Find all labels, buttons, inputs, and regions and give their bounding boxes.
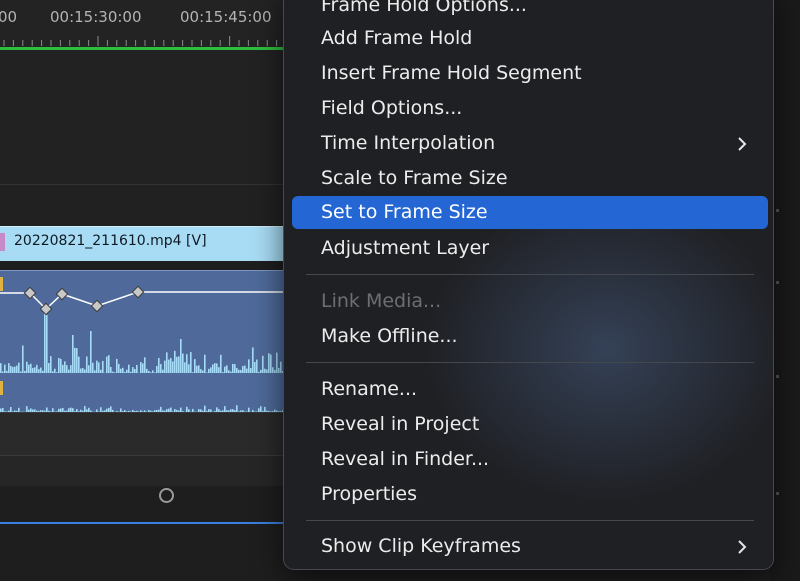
menu-item-label: Time Interpolation	[321, 132, 496, 154]
panel-tick	[776, 492, 779, 495]
video-track-v2[interactable]	[0, 50, 290, 184]
timecode-label: 00:15:45:00	[180, 8, 272, 26]
menu-separator	[306, 274, 754, 275]
chevron-right-icon	[738, 540, 747, 554]
context-menu: Frame Hold Options... Add Frame Hold Ins…	[283, 0, 774, 570]
timecode-label: 00:15:30:00	[50, 8, 142, 26]
menu-item-reveal-in-finder[interactable]: Reveal in Finder...	[292, 443, 768, 476]
clip-name: 20220821_211610.mp4 [V]	[14, 233, 207, 249]
panel-tick	[776, 209, 779, 212]
menu-item-label: Show Clip Keyframes	[321, 535, 521, 557]
menu-item-rename[interactable]: Rename...	[292, 373, 768, 406]
menu-item-adjustment-layer[interactable]: Adjustment Layer	[292, 232, 768, 265]
chevron-right-icon	[738, 137, 747, 151]
menu-item-label: Properties	[321, 483, 418, 505]
menu-item-label: Adjustment Layer	[321, 237, 490, 259]
menu-item-add-frame-hold[interactable]: Add Frame Hold	[292, 22, 768, 55]
menu-item-label: Make Offline...	[321, 325, 458, 347]
menu-item-field-options[interactable]: Field Options...	[292, 92, 768, 125]
menu-item-scale-to-frame-size[interactable]: Scale to Frame Size	[292, 162, 768, 195]
menu-item-set-to-frame-size[interactable]: Set to Frame Size	[292, 196, 768, 229]
menu-item-label: Reveal in Finder...	[321, 448, 490, 470]
menu-item-frame-hold-options[interactable]: Frame Hold Options...	[292, 0, 768, 22]
scroll-knob-icon[interactable]	[159, 488, 174, 503]
audio-track-a3[interactable]	[0, 412, 290, 455]
menu-item-label: Add Frame Hold	[321, 27, 473, 49]
menu-item-label: Frame Hold Options...	[321, 0, 527, 16]
menu-item-label: Field Options...	[321, 97, 463, 119]
ruler-ticks	[3, 36, 287, 46]
menu-item-show-clip-keyframes[interactable]: Show Clip Keyframes	[292, 530, 768, 563]
clip-fx-badge	[0, 233, 5, 251]
audio-track-a4[interactable]	[0, 455, 290, 486]
menu-item-properties[interactable]: Properties	[292, 478, 768, 511]
timecode-label: 00	[0, 8, 18, 26]
menu-item-label: Link Media...	[321, 290, 442, 312]
audio-clip-a2[interactable]	[0, 375, 290, 412]
time-ruler[interactable]: 00 00:15:30:00 00:15:45:00	[0, 0, 290, 50]
menu-item-label: Scale to Frame Size	[321, 167, 508, 189]
menu-item-link-media: Link Media...	[292, 285, 768, 318]
panel-tick	[776, 281, 779, 284]
video-track-v1[interactable]	[0, 185, 290, 225]
audio-waveform	[0, 405, 290, 412]
menu-item-make-offline[interactable]: Make Offline...	[292, 320, 768, 353]
timeline-scrollbar[interactable]	[0, 486, 290, 506]
keyframe-diamond-icon[interactable]	[131, 285, 145, 299]
menu-item-label: Set to Frame Size	[321, 201, 488, 223]
audio-clip-a1[interactable]	[0, 270, 290, 375]
waveform-bar	[236, 405, 238, 412]
video-clip[interactable]: 20220821_211610.mp4 [V]	[0, 226, 290, 261]
menu-separator	[306, 520, 754, 521]
panel-tick	[776, 375, 779, 378]
menu-item-label: Reveal in Project	[321, 413, 480, 435]
menu-item-label: Insert Frame Hold Segment	[321, 62, 582, 84]
timeline-zoom-bar[interactable]	[0, 522, 290, 524]
menu-item-insert-frame-hold-segment[interactable]: Insert Frame Hold Segment	[292, 57, 768, 90]
menu-item-time-interpolation[interactable]: Time Interpolation	[292, 127, 768, 160]
keyframe-diamond-icon[interactable]	[90, 299, 104, 313]
volume-keyframe-line[interactable]	[0, 271, 290, 375]
right-panel-edge	[770, 0, 800, 581]
menu-separator	[306, 362, 754, 363]
menu-item-label: Rename...	[321, 378, 418, 400]
menu-item-reveal-in-project[interactable]: Reveal in Project	[292, 408, 768, 441]
